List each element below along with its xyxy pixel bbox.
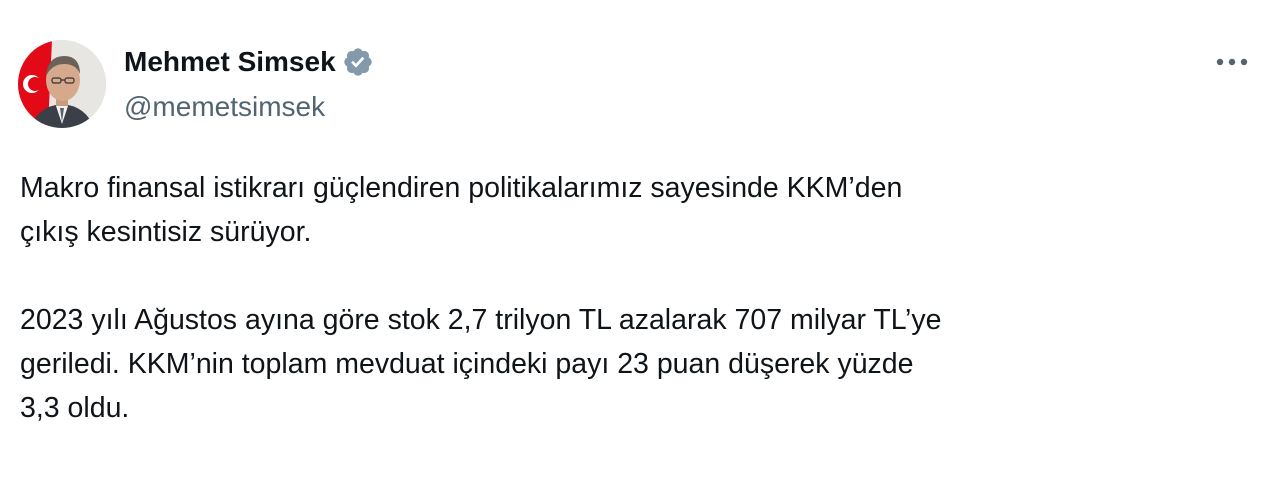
more-options-icon[interactable] [1208, 44, 1256, 80]
tweet-paragraph-2-line-1: 2023 yılı Ağustos ayına göre stok 2,7 tr… [20, 304, 942, 336]
author-display-name[interactable]: Mehmet Simsek [124, 44, 336, 80]
tweet-paragraph-1-line-2: çıkış kesintisiz sürüyor. [20, 216, 312, 248]
tweet-text: Makro finansal istikrarı güçlendiren pol… [20, 166, 1250, 430]
avatar-image [18, 40, 106, 128]
author-handle[interactable]: @memetsimsek [124, 90, 374, 124]
verified-badge-icon[interactable] [342, 46, 374, 78]
name-row: Mehmet Simsek [124, 44, 374, 80]
tweet-paragraph-2-line-3: 3,3 oldu. [20, 392, 130, 424]
avatar[interactable] [18, 40, 106, 128]
author-block: Mehmet Simsek @memetsimsek [124, 44, 374, 124]
tweet-paragraph-2-line-2: geriledi. KKM’nin toplam mevduat içindek… [20, 348, 914, 380]
tweet-paragraph-1-line-1: Makro finansal istikrarı güçlendiren pol… [20, 172, 903, 204]
tweet-card: Mehmet Simsek @memetsimsek Makro finansa… [0, 0, 1280, 486]
